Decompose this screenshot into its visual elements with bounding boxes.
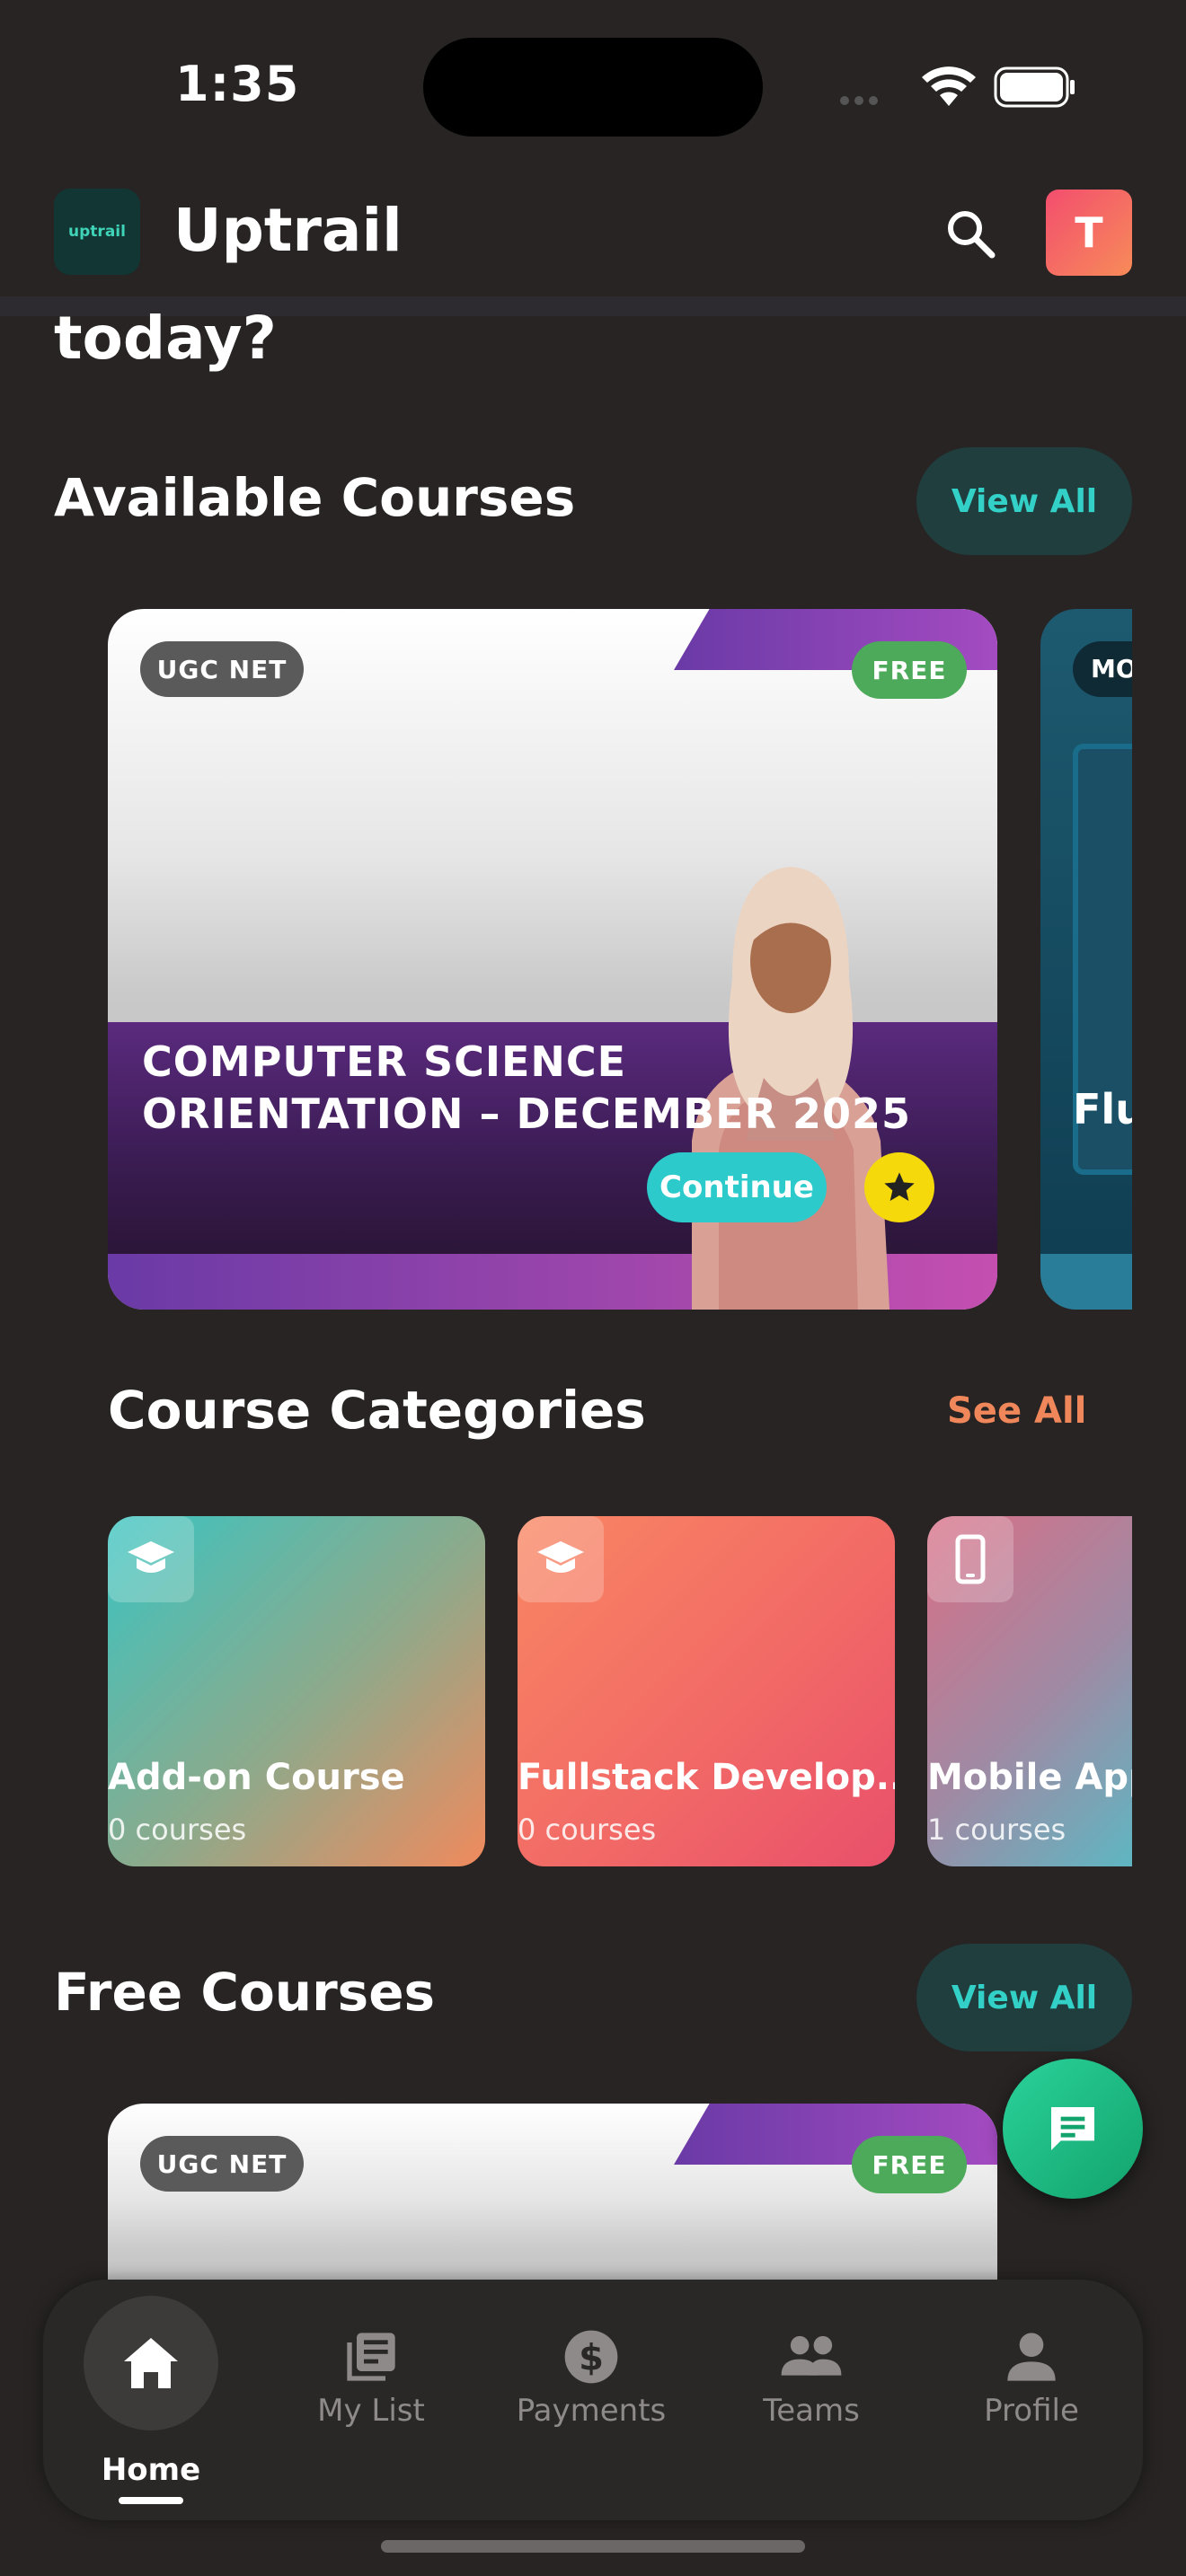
category-card-fullstack[interactable]: Fullstack Develop... 0 courses (518, 1516, 895, 1866)
course-card-2[interactable]: MO Flu (1040, 609, 1132, 1310)
card-2-bottom-strip (1040, 1254, 1132, 1310)
search-button[interactable] (934, 198, 1006, 269)
category-name: Fullstack Develop... (518, 1757, 895, 1798)
nav-home[interactable]: Home (48, 2280, 254, 2520)
course-categories-title: Course Categories (108, 1380, 646, 1441)
active-indicator (119, 2497, 183, 2504)
nav-label-profile: Profile (984, 2393, 1079, 2429)
category-card-addon[interactable]: Add-on Course 0 courses (108, 1516, 485, 1866)
category-card-mobile[interactable]: Mobile App 1 courses (927, 1516, 1132, 1866)
category-count: 0 courses (518, 1813, 657, 1847)
category-count: 0 courses (108, 1813, 247, 1847)
list-icon (347, 2333, 395, 2381)
nav-label-teams: Teams (763, 2393, 860, 2429)
continue-button[interactable]: Continue (647, 1152, 827, 1222)
home-indicator (381, 2540, 805, 2553)
category-icon (518, 1516, 604, 1602)
nav-label-home: Home (101, 2452, 201, 2488)
categories-see-all-link[interactable]: See All (947, 1390, 1086, 1432)
course-tag: UGC NET (140, 641, 304, 697)
available-courses-title: Available Courses (54, 467, 576, 528)
bottom-nav: Home My List $ Payments Teams Profile (43, 2280, 1143, 2520)
greeting-text: today? (54, 304, 277, 373)
nav-label-my-list: My List (317, 2393, 425, 2429)
chat-icon (1051, 2107, 1094, 2150)
app-logo: uptrail (54, 189, 140, 275)
free-badge: FREE (852, 641, 967, 699)
dollar-icon: $ (564, 2330, 618, 2384)
dynamic-island (423, 38, 763, 137)
category-count: 1 courses (927, 1813, 1067, 1847)
search-icon (948, 211, 996, 259)
status-time: 1:35 (175, 56, 300, 112)
category-name: Add-on Course (108, 1757, 405, 1798)
category-icon (927, 1516, 1013, 1602)
nav-label-payments: Payments (516, 2393, 667, 2429)
person-icon (1007, 2333, 1056, 2381)
app-title: Uptrail (173, 196, 403, 265)
course-title-2: Flu (1073, 1085, 1132, 1134)
signal-dots-icon (840, 92, 883, 109)
wifi-icon (922, 66, 976, 106)
phone-icon (955, 1534, 986, 1584)
home-icon (124, 2338, 178, 2388)
graduation-cap-icon (128, 1541, 174, 1573)
star-icon (884, 1172, 915, 1201)
free-courses-view-all-button[interactable]: View All (916, 1944, 1132, 2051)
people-icon (781, 2335, 842, 2376)
course-tag: UGC NET (140, 2136, 304, 2192)
battery-icon (994, 66, 1075, 108)
free-courses-title: Free Courses (54, 1962, 436, 2023)
avatar[interactable]: T (1046, 190, 1132, 276)
category-icon (108, 1516, 194, 1602)
home-icon-wrap (84, 2296, 218, 2430)
graduation-cap-icon (537, 1541, 584, 1573)
chat-fab-button[interactable] (1003, 2059, 1143, 2199)
nav-teams[interactable]: Teams (708, 2280, 915, 2520)
svg-text:$: $ (579, 2338, 604, 2379)
course-title: COMPUTER SCIENCE ORIENTATION – DECEMBER … (142, 1037, 912, 1138)
favorite-button[interactable] (864, 1152, 934, 1222)
nav-profile[interactable]: Profile (928, 2280, 1135, 2520)
available-courses-view-all-button[interactable]: View All (916, 447, 1132, 555)
category-name: Mobile App (927, 1757, 1132, 1798)
nav-my-list[interactable]: My List (268, 2280, 474, 2520)
course-card[interactable]: UGC NET FREE COMPUTER SCIENCE ORIENTATIO… (108, 609, 997, 1310)
course-tag-2: MO (1073, 641, 1132, 697)
free-badge: FREE (852, 2136, 967, 2193)
nav-payments[interactable]: $ Payments (488, 2280, 695, 2520)
